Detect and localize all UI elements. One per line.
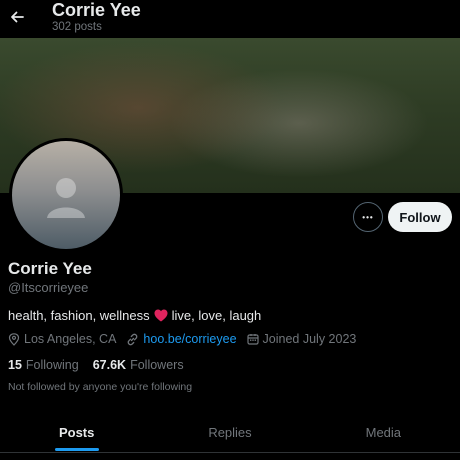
joined-text: Joined July 2023 xyxy=(262,332,357,346)
bio-text-start: health, fashion, wellness xyxy=(8,308,150,323)
bio-text-end: live, love, laugh xyxy=(171,308,262,323)
followers-stat[interactable]: 67.6K Followers xyxy=(93,358,184,372)
profile-display-name: Corrie Yee xyxy=(8,259,92,278)
top-bar: Corrie Yee 302 posts xyxy=(0,0,460,38)
joined-item: Joined July 2023 xyxy=(246,332,357,346)
followers-count: 67.6K xyxy=(92,358,127,372)
tab-posts[interactable]: Posts xyxy=(0,412,153,452)
profile-meta: Los Angeles, CA hoo.be/corrieyee Joined … xyxy=(8,332,362,346)
header-name: Corrie Yee xyxy=(52,0,141,20)
tab-media[interactable]: Media xyxy=(307,412,460,452)
avatar[interactable] xyxy=(9,138,123,252)
calendar-icon xyxy=(246,334,259,345)
back-button[interactable] xyxy=(4,4,30,30)
avatar-image-placeholder xyxy=(12,141,120,249)
tabs-divider xyxy=(0,452,460,453)
heart-icon xyxy=(154,309,168,322)
header-post-count: 302 posts xyxy=(52,21,102,33)
profile-tabs: Posts Replies Media xyxy=(0,412,460,452)
location-pin-icon xyxy=(8,332,20,346)
following-stat[interactable]: 15 Following xyxy=(8,358,79,372)
tab-label: Media xyxy=(365,424,402,440)
more-dots-icon: ••• xyxy=(362,212,374,222)
profile-handle: @Itscorrieyee xyxy=(8,280,89,295)
location-item: Los Angeles, CA xyxy=(8,332,116,346)
following-count: 15 xyxy=(8,358,22,372)
link-icon xyxy=(128,333,138,345)
website-link[interactable]: hoo.be/corrieyee xyxy=(143,332,236,346)
user-silhouette-icon xyxy=(47,178,85,218)
follow-button[interactable]: Follow xyxy=(388,202,452,232)
active-tab-indicator xyxy=(54,448,99,451)
website-item[interactable]: hoo.be/corrieyee xyxy=(126,332,237,346)
tab-replies[interactable]: Replies xyxy=(153,412,306,452)
tab-label: Posts xyxy=(58,424,95,440)
social-context: Not followed by anyone you're following xyxy=(8,381,193,393)
more-options-button[interactable]: ••• xyxy=(353,202,383,232)
followers-label: Followers xyxy=(130,358,184,372)
follow-stats: 15 Following 67.6K Followers xyxy=(8,358,184,372)
tab-label: Replies xyxy=(208,424,252,440)
location-text: Los Angeles, CA xyxy=(24,332,117,346)
arrow-left-icon xyxy=(11,11,24,23)
following-label: Following xyxy=(25,358,79,372)
profile-bio: health, fashion, wellness live, love, la… xyxy=(8,308,261,323)
